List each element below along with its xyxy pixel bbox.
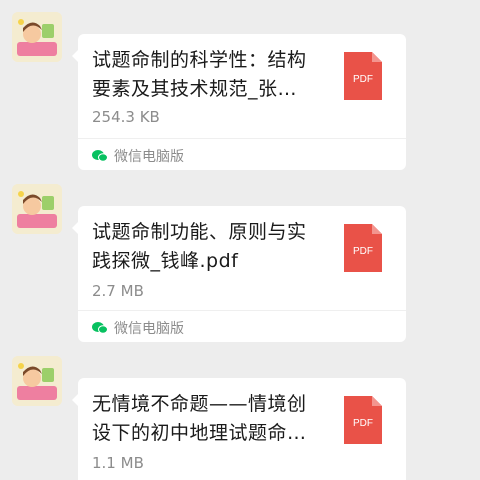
source-label: 微信电脑版 (114, 149, 184, 165)
pdf-file-icon: PDF (344, 224, 382, 272)
file-title: 试题命制的科学性：结构要素及其技术规范_张… (92, 49, 307, 100)
pdf-badge-label: PDF (353, 246, 373, 257)
cartoon-avatar-icon (12, 356, 62, 406)
pdf-file-icon: PDF (344, 52, 382, 100)
file-size: 2.7 MB (92, 282, 144, 300)
wechat-icon (92, 150, 108, 162)
divider (78, 138, 406, 139)
divider (78, 310, 406, 311)
file-message-bubble[interactable]: 试题命制的科学性：结构要素及其技术规范_张… 254.3 KB PDF 微信电脑… (72, 34, 406, 170)
file-message-bubble[interactable]: 试题命制功能、原则与实践探微_钱峰.pdf 2.7 MB PDF 微信电脑版 (72, 206, 406, 342)
pdf-badge-label: PDF (353, 74, 373, 85)
file-title: 试题命制功能、原则与实践探微_钱峰.pdf (92, 221, 307, 272)
avatar[interactable] (12, 12, 62, 62)
avatar[interactable] (12, 356, 62, 406)
avatar[interactable] (12, 184, 62, 234)
pdf-badge-label: PDF (353, 418, 373, 429)
cartoon-avatar-icon (12, 184, 62, 234)
cartoon-avatar-icon (12, 12, 62, 62)
file-size: 1.1 MB (92, 454, 144, 472)
file-message-bubble[interactable]: 无情境不命题——情境创设下的初中地理试题命… 1.1 MB PDF (72, 378, 406, 480)
wechat-icon (92, 322, 108, 334)
source-row: 微信电脑版 (92, 146, 184, 166)
source-row: 微信电脑版 (92, 318, 184, 338)
pdf-file-icon: PDF (344, 396, 382, 444)
file-size: 254.3 KB (92, 108, 160, 126)
source-label: 微信电脑版 (114, 321, 184, 337)
file-title: 无情境不命题——情境创设下的初中地理试题命… (92, 393, 307, 444)
